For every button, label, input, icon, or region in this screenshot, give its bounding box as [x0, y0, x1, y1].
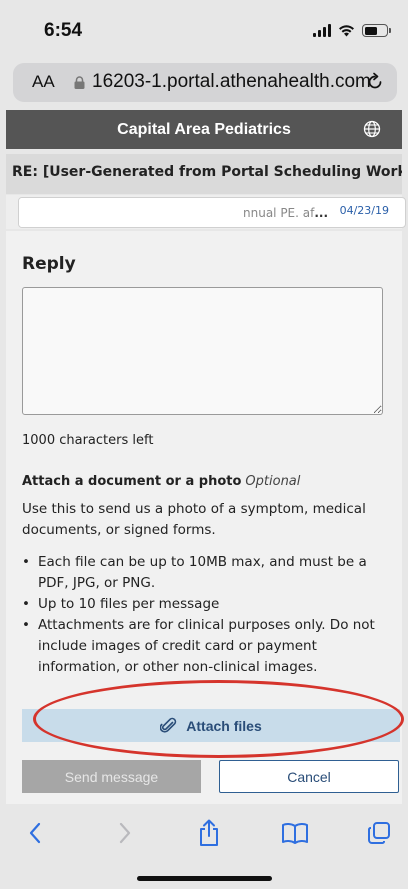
message-subject: RE: [User-Generated from Portal Scheduli… [6, 154, 402, 194]
app-header: Capital Area Pediatrics [6, 110, 402, 149]
message-date: 04/23/19 [339, 204, 389, 217]
reply-heading: Reply [22, 254, 76, 274]
characters-left: 1000 characters left [22, 433, 154, 448]
cancel-button[interactable]: Cancel [219, 760, 399, 793]
url-bar[interactable]: AA 16203-1.portal.athenahealth.com [13, 63, 397, 102]
globe-icon[interactable] [363, 120, 381, 138]
home-indicator [137, 876, 272, 881]
tabs-icon[interactable] [364, 818, 394, 848]
optional-label: Optional [245, 474, 301, 489]
status-icons [313, 24, 391, 37]
redacted-area [19, 198, 219, 227]
bookmarks-icon[interactable] [280, 818, 310, 848]
message-card[interactable]: nnual PE. af... 04/23/19 [18, 197, 406, 228]
page-title: Capital Area Pediatrics [117, 120, 291, 138]
forward-icon[interactable] [110, 818, 140, 848]
list-item: Each file can be up to 10MB max, and mus… [22, 552, 392, 594]
text-size-button[interactable]: AA [32, 72, 55, 92]
paperclip-icon [160, 717, 177, 733]
url-text[interactable]: 16203-1.portal.athenahealth.com [92, 71, 371, 93]
status-bar: 6:54 [0, 0, 408, 58]
list-item: Up to 10 files per message [22, 594, 392, 615]
attach-files-button[interactable]: Attach files [22, 709, 400, 742]
attach-description: Use this to send us a photo of a symptom… [22, 501, 366, 538]
attach-title: Attach a document or a photo [22, 474, 242, 489]
list-item: Attachments are for clinical purposes on… [22, 615, 392, 678]
wifi-icon [339, 25, 354, 37]
status-time: 6:54 [44, 20, 83, 41]
attach-heading: Attach a document or a photo Optional [22, 474, 300, 489]
share-icon[interactable] [194, 818, 224, 848]
message-row[interactable]: nnual PE. af... 04/23/19 [6, 195, 406, 229]
attach-rules: Each file can be up to 10MB max, and mus… [22, 552, 392, 678]
reload-icon[interactable] [365, 72, 385, 92]
attach-files-label: Attach files [186, 717, 262, 734]
lock-icon [74, 76, 85, 89]
back-icon[interactable] [20, 818, 50, 848]
message-preview: nnual PE. af... [243, 206, 329, 220]
battery-icon [362, 24, 391, 37]
signal-icon [313, 24, 331, 37]
reply-textarea[interactable] [22, 287, 383, 415]
send-message-button[interactable]: Send message [22, 760, 201, 793]
reply-panel: Reply 1000 characters left Attach a docu… [6, 231, 402, 804]
